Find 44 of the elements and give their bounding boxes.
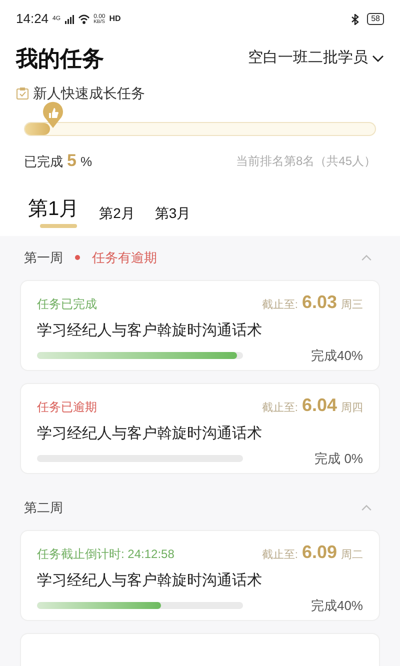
- task-status: 任务已完成: [37, 296, 97, 312]
- thumbs-up-marker-icon: [42, 101, 64, 129]
- chevron-down-icon[interactable]: [372, 54, 384, 62]
- chevron-up-icon[interactable]: [361, 504, 372, 511]
- month-tab[interactable]: 第3月: [154, 202, 191, 224]
- task-group-label: 新人快速成长任务: [33, 84, 145, 103]
- completed-value: 5: [67, 150, 76, 172]
- task-status: 任务已逾期: [37, 398, 97, 416]
- progress-text: 完成40%: [310, 597, 363, 615]
- deadline-label: 截止至:: [262, 298, 298, 312]
- task-card[interactable]: 任务已完成 截止至: 6.03 周三 学习经纪人与客户斡旋时沟通话术 完成40%: [20, 280, 380, 370]
- progress-text: 完成 0%: [314, 450, 363, 468]
- task-card[interactable]: 任务截止倒计时: 24:12:58 截止至: 6.09 周二 学习经纪人与客户斡旋时沟通话术 完成40%: [20, 530, 380, 620]
- hd-label: HD: [109, 13, 121, 25]
- progress-text: 完成40%: [310, 347, 363, 365]
- signal-icon: [64, 14, 74, 24]
- deadline-date: 6.04: [302, 394, 337, 416]
- task-card[interactable]: 任务已逾期 截止至: 6.04 周四 学习经纪人与客户斡旋时沟通话术 完成 0%: [20, 382, 380, 474]
- task-name: 学习经纪人与客户斡旋时沟通话术: [37, 570, 263, 590]
- week-title: 第一周: [24, 248, 63, 267]
- battery-indicator: 58: [367, 13, 384, 25]
- bluetooth-icon: [351, 14, 360, 24]
- status-time: 14:24: [16, 10, 49, 28]
- deadline-date: 6.09: [302, 540, 337, 564]
- clipboard-check-icon: [16, 87, 29, 100]
- completed-label: 已完成: [24, 153, 63, 171]
- deadline-day: 周四: [341, 400, 363, 416]
- deadline-day: 周二: [341, 546, 363, 563]
- deadline-date: 6.03: [302, 290, 337, 314]
- page-title: 我的任务: [16, 45, 104, 73]
- task-name: 学习经纪人与客户斡旋时沟通话术: [37, 320, 263, 340]
- wifi-icon: [78, 14, 90, 24]
- chevron-up-icon[interactable]: [361, 254, 372, 261]
- class-selector[interactable]: 空白一班二批学员: [248, 47, 384, 70]
- deadline-label: 截止至:: [262, 548, 298, 562]
- task-name: 学习经纪人与客户斡旋时沟通话术: [37, 424, 263, 444]
- deadline-day: 周三: [341, 296, 363, 313]
- task-status: 任务截止倒计时: 24:12:58: [37, 546, 174, 562]
- rank-text: 当前排名第8名（共45人）: [236, 152, 376, 170]
- week-alert-label: 任务有逾期: [92, 248, 157, 267]
- week-title: 第二周: [24, 498, 63, 517]
- completed-unit: %: [80, 153, 92, 171]
- month-tab[interactable]: 第2月: [99, 202, 135, 224]
- deadline-label: 截止至:: [262, 400, 298, 416]
